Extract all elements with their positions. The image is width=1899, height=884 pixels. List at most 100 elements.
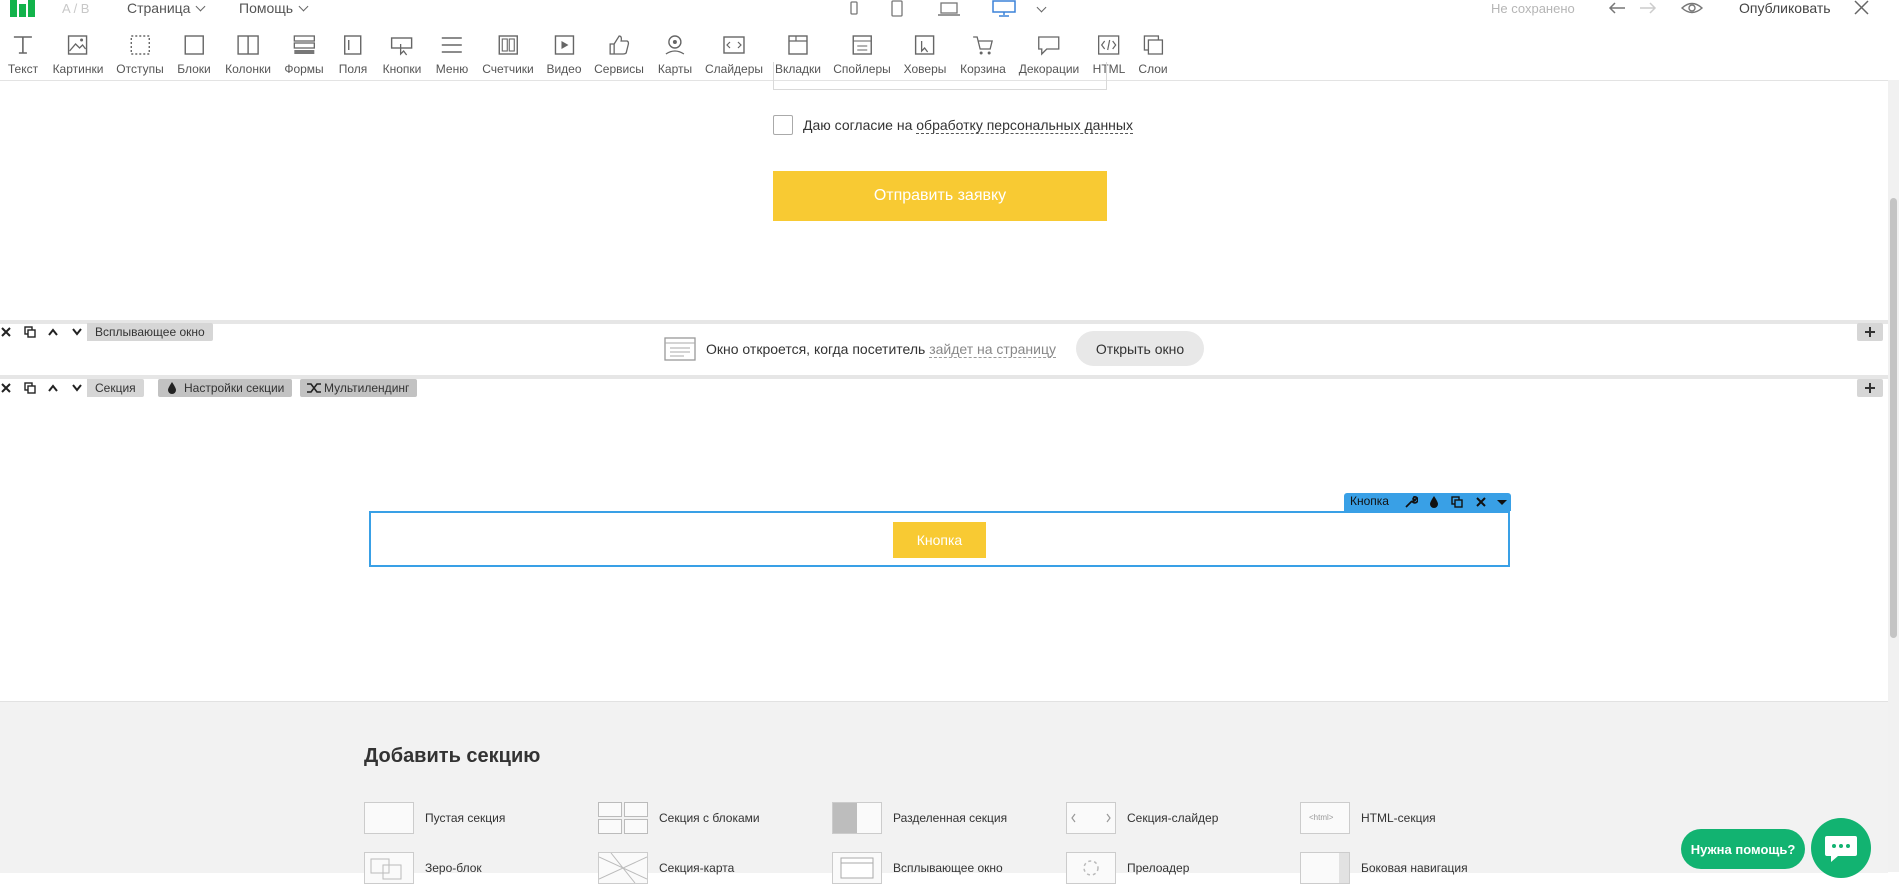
delete-icon[interactable]	[1474, 495, 1488, 509]
add-section-plus-icon[interactable]	[1857, 379, 1883, 397]
page-menu-label: Страница	[127, 0, 191, 16]
multilanding-label: Мультилендинг	[324, 381, 410, 395]
consent-link[interactable]: обработку персональных данных	[916, 117, 1133, 134]
popup-description: Окно откроется, когда посетитель зайдет …	[706, 341, 1056, 358]
consent-label: Даю согласие на	[803, 117, 917, 133]
section-type-label: Прелоадер	[1127, 861, 1190, 875]
hover-icon	[915, 35, 935, 55]
form-icon	[293, 35, 315, 54]
button-icon	[391, 37, 413, 56]
tool-video[interactable]: Видео	[546, 34, 582, 78]
slider-section-icon	[1066, 802, 1116, 834]
tool-label: Кнопки	[382, 62, 422, 76]
tool-services[interactable]: Сервисы	[594, 34, 644, 78]
caret-down-icon[interactable]	[1496, 495, 1508, 509]
image-icon	[68, 35, 88, 55]
move-down-icon[interactable]	[66, 323, 88, 341]
help-menu[interactable]: Помощь	[239, 0, 309, 16]
tool-menu[interactable]: Меню	[436, 34, 468, 78]
thumb-up-icon	[609, 35, 629, 55]
spoiler-icon	[852, 35, 872, 55]
duplicate-icon[interactable]	[19, 379, 41, 397]
counter-icon	[498, 35, 518, 55]
tool-counters[interactable]: Счетчики	[482, 34, 534, 78]
publish-button[interactable]: Опубликовать	[1739, 0, 1831, 16]
tool-label: Поля	[338, 62, 368, 76]
padding-icon	[130, 35, 150, 55]
sidenav-section-icon	[1300, 852, 1350, 884]
close-icon[interactable]	[1853, 0, 1870, 17]
logo[interactable]	[10, 0, 36, 17]
scrollbar-thumb[interactable]	[1890, 198, 1897, 638]
tool-columns[interactable]: Колонки	[225, 34, 271, 78]
tool-label: Текст	[7, 62, 39, 76]
submit-request-button[interactable]: Отправить заявку	[773, 171, 1107, 221]
widget-type-label[interactable]: Кнопка	[1350, 494, 1389, 508]
form-field[interactable]	[773, 62, 1107, 90]
redo-arrow-icon[interactable]	[1638, 0, 1658, 17]
popup-tag[interactable]: Всплывающее окно	[87, 323, 213, 341]
tool-label: Видео	[546, 62, 582, 76]
laptop-device-icon[interactable]	[937, 0, 961, 17]
chevron-down-icon	[196, 1, 206, 12]
layers-icon	[1143, 35, 1163, 55]
menu-icon	[442, 37, 462, 53]
move-down-icon[interactable]	[66, 379, 88, 397]
tool-buttons[interactable]: Кнопки	[382, 34, 422, 78]
page-menu[interactable]: Страница	[127, 0, 206, 16]
tool-fields[interactable]: Поля	[338, 34, 368, 78]
delete-icon[interactable]	[0, 323, 17, 341]
tool-label: Картинки	[52, 62, 104, 76]
add-section-title: Добавить секцию	[364, 745, 541, 767]
section-type-label: Секция-карта	[659, 861, 735, 875]
section-tag[interactable]: Секция	[87, 379, 144, 397]
tool-label: Карты	[657, 62, 693, 76]
drop-icon[interactable]	[1428, 495, 1440, 509]
widget-toolbar-button: Кнопка	[1344, 493, 1511, 511]
open-popup-button[interactable]: Открыть окно	[1076, 331, 1204, 366]
desktop-device-icon[interactable]	[991, 0, 1017, 17]
section-type-label: Секция с блоками	[659, 811, 760, 825]
consent-checkbox[interactable]	[773, 115, 793, 135]
add-section-plus-icon[interactable]	[1857, 323, 1883, 341]
move-up-icon[interactable]	[42, 379, 64, 397]
wrench-icon[interactable]	[1404, 495, 1418, 509]
window-icon	[664, 337, 696, 361]
preview-eye-icon[interactable]	[1680, 0, 1704, 17]
tool-text[interactable]: Текст	[8, 34, 38, 78]
tool-padding[interactable]: Отступы	[116, 34, 164, 78]
tablet-device-icon[interactable]	[890, 0, 904, 17]
device-chevron-icon[interactable]	[1036, 2, 1047, 13]
popup-section-icon	[832, 852, 882, 884]
mobile-device-icon[interactable]	[849, 0, 859, 17]
tool-sliders[interactable]: Слайдеры	[705, 34, 763, 78]
move-up-icon[interactable]	[42, 323, 64, 341]
tool-label: Меню	[435, 62, 469, 76]
vertical-scrollbar[interactable]	[1888, 80, 1899, 872]
chat-button[interactable]	[1811, 818, 1871, 878]
columns-icon	[237, 35, 259, 55]
undo-arrow-icon[interactable]	[1607, 0, 1627, 17]
tool-blocks[interactable]: Блоки	[177, 34, 211, 78]
cart-icon	[973, 36, 993, 55]
preloader-section-icon	[1066, 852, 1116, 884]
multilanding-button[interactable]: Мультилендинг	[300, 379, 418, 397]
button-widget[interactable]: Кнопка	[893, 522, 986, 558]
tool-label: Слои	[1138, 62, 1168, 76]
delete-icon[interactable]	[0, 379, 17, 397]
tool-images[interactable]: Картинки	[52, 34, 104, 78]
duplicate-icon[interactable]	[19, 323, 41, 341]
ab-test-toggle[interactable]: A / B	[62, 1, 89, 16]
section-type-label: Секция-слайдер	[1127, 811, 1219, 825]
tool-forms[interactable]: Формы	[284, 34, 324, 78]
tool-maps[interactable]: Карты	[658, 34, 692, 78]
tool-layers[interactable]: Слои	[1138, 34, 1168, 78]
popup-trigger-link[interactable]: зайдет на страницу	[929, 341, 1056, 358]
duplicate-icon[interactable]	[1450, 495, 1464, 509]
section-type-label: HTML-секция	[1361, 811, 1436, 825]
help-button[interactable]: Нужна помощь?	[1681, 829, 1805, 869]
section-settings-button[interactable]: Настройки секции	[158, 379, 293, 397]
video-icon	[554, 35, 574, 55]
html-section-icon: <html>	[1300, 802, 1350, 834]
tool-label: Сервисы	[594, 62, 644, 76]
